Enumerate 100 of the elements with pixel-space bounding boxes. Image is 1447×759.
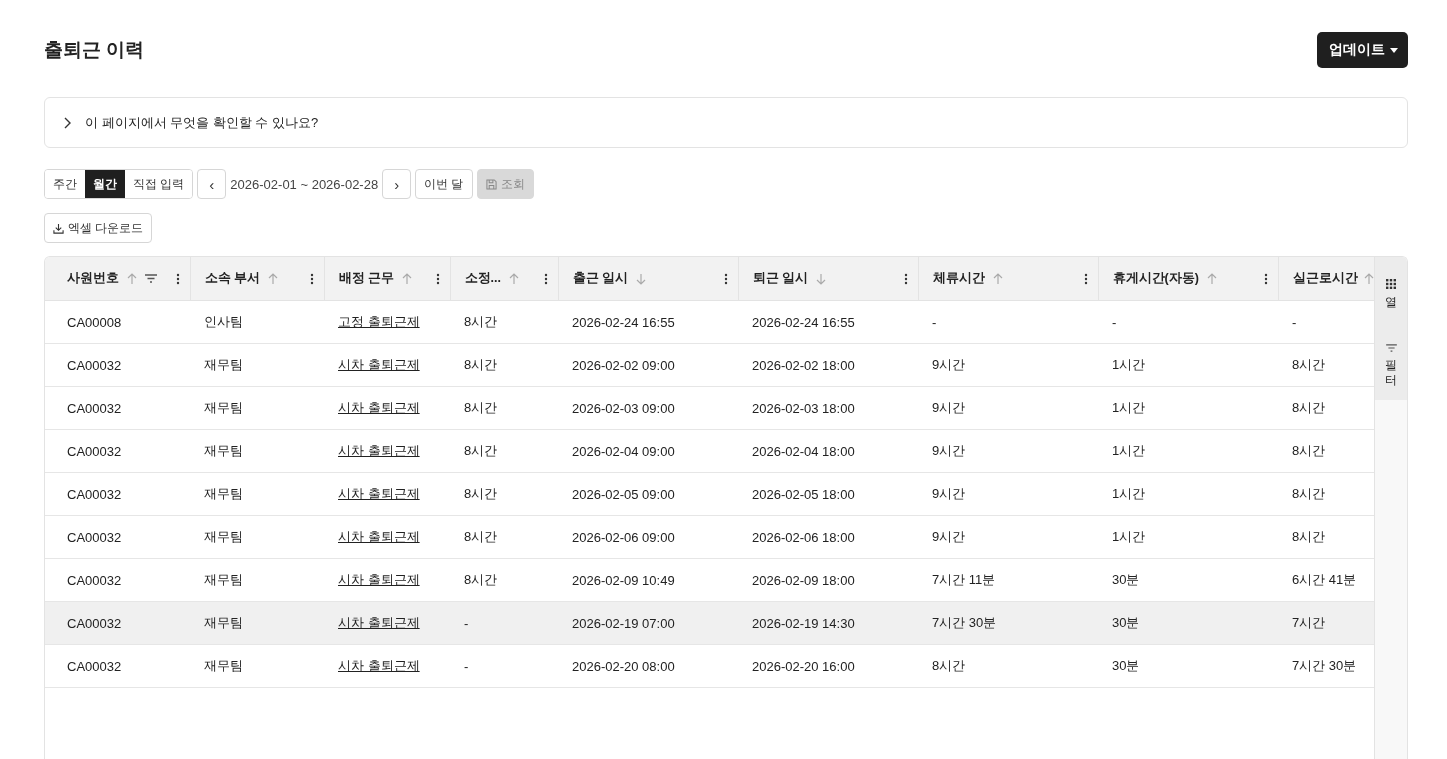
- table-cell: 7시간 11분: [932, 572, 996, 587]
- table-cell: 2026-02-19 07:00: [572, 615, 675, 631]
- table-cell: 8시간: [464, 529, 498, 544]
- column-header[interactable]: 소속 부서: [204, 270, 260, 287]
- table-cell: -: [932, 314, 937, 330]
- table-cell: 재무팀: [204, 486, 243, 501]
- chevron-icon: [63, 116, 71, 129]
- help-panel[interactable]: 이 페이지에서 무엇을 확인할 수 있나요?: [44, 97, 1408, 148]
- table-cell: 2026-02-03 09:00: [572, 400, 675, 416]
- shift-link[interactable]: 시차 출퇴근제: [338, 529, 420, 544]
- shift-link[interactable]: 시차 출퇴근제: [338, 658, 420, 673]
- shift-link[interactable]: 시차 출퇴근제: [338, 400, 420, 415]
- shift-link[interactable]: 고정 출퇴근제: [338, 314, 420, 329]
- table-cell: 2026-02-19 14:30: [752, 615, 855, 631]
- table-cell: 8시간: [1292, 486, 1326, 501]
- previous-button[interactable]: ‹: [197, 169, 227, 199]
- table-cell: 2026-02-09 18:00: [752, 572, 855, 588]
- table-cell: CA00032: [67, 443, 122, 459]
- table-cell: 7시간 30분: [1292, 658, 1357, 673]
- table-cell: CA00032: [67, 357, 122, 373]
- table-cell: 8시간: [1292, 400, 1326, 415]
- update-button[interactable]: 업데이트: [1317, 32, 1408, 68]
- table-cell: 8시간: [932, 658, 966, 673]
- this-month-button[interactable]: 이번 달: [415, 169, 473, 199]
- table-cell: CA00032: [67, 529, 122, 545]
- excel-download-button[interactable]: 엑셀 다운로드: [44, 213, 153, 243]
- shift-link[interactable]: 시차 출퇴근제: [338, 572, 420, 587]
- shift-link[interactable]: 시차 출퇴근제: [338, 443, 420, 458]
- table-cell: 재무팀: [204, 443, 243, 458]
- filter-icon[interactable]: [1385, 344, 1397, 352]
- table-cell: 재무팀: [204, 529, 243, 544]
- table-cell: -: [1112, 314, 1117, 330]
- table-cell: 9시간: [932, 357, 966, 372]
- table-cell: 2026-02-02 18:00: [752, 357, 855, 373]
- table-cell: 2026-02-05 09:00: [572, 486, 675, 502]
- table-cell: 8시간: [464, 443, 498, 458]
- download-icon: [53, 222, 64, 234]
- table-cell: 30분: [1112, 658, 1140, 673]
- next-button[interactable]: ›: [382, 169, 412, 199]
- menu-icon[interactable]: [903, 272, 908, 285]
- table-cell: 2026-02-05 18:00: [752, 486, 855, 502]
- table-cell: 8시간: [1292, 529, 1326, 544]
- table-cell: -: [464, 615, 469, 631]
- column-header[interactable]: 체류시간: [932, 270, 985, 287]
- table-cell: 6시간 41분: [1292, 572, 1357, 587]
- table-cell: 1시간: [1112, 529, 1146, 544]
- menu-icon[interactable]: [723, 272, 728, 285]
- table-cell: 2026-02-24 16:55: [572, 314, 675, 330]
- column-header[interactable]: 휴게시간(자동): [1112, 270, 1199, 287]
- column-header[interactable]: 퇴근 일시: [752, 270, 808, 287]
- table-cell: 2026-02-20 16:00: [752, 658, 855, 674]
- table-cell: 재무팀: [204, 400, 243, 415]
- table-cell: 2026-02-02 09:00: [572, 357, 675, 373]
- grid-icon[interactable]: [1386, 279, 1396, 289]
- table-cell: 8시간: [464, 486, 498, 501]
- menu-icon[interactable]: [435, 272, 440, 285]
- table-cell: 재무팀: [204, 658, 243, 673]
- table-cell: CA00032: [67, 572, 122, 588]
- table-cell: 재무팀: [204, 572, 243, 587]
- table-cell: 7시간 30분: [932, 615, 997, 630]
- menu-icon[interactable]: [543, 272, 548, 285]
- menu-icon[interactable]: [1263, 272, 1268, 285]
- menu-icon[interactable]: [175, 272, 180, 285]
- table-cell: 8시간: [464, 314, 498, 329]
- caret-icon: [1390, 47, 1398, 53]
- period-tab[interactable]: 월간: [85, 170, 125, 198]
- table-cell: CA00032: [67, 658, 122, 674]
- table-cell: CA00008: [67, 314, 122, 330]
- menu-icon[interactable]: [309, 272, 314, 285]
- table-cell: 2026-02-06 18:00: [752, 529, 855, 545]
- side-tab-label[interactable]: 열: [1385, 295, 1397, 310]
- table-cell: 2026-02-03 18:00: [752, 400, 855, 416]
- menu-icon[interactable]: [1083, 272, 1088, 285]
- help-text: 이 페이지에서 무엇을 확인할 수 있나요?: [85, 113, 319, 132]
- table-cell: 30분: [1112, 572, 1140, 587]
- table-cell: 2026-02-04 18:00: [752, 443, 855, 459]
- save-icon: [485, 178, 497, 190]
- table-cell: 9시간: [932, 400, 966, 415]
- shift-link[interactable]: 시차 출퇴근제: [338, 486, 420, 501]
- table-cell: 재무팀: [204, 357, 243, 372]
- table-cell: 1시간: [1112, 357, 1146, 372]
- filter-icon[interactable]: [145, 274, 157, 283]
- table-cell: 7시간: [1292, 615, 1326, 630]
- column-header[interactable]: 소정...: [464, 270, 501, 287]
- table-cell: -: [1292, 314, 1297, 330]
- side-tab-label[interactable]: 필터: [1385, 358, 1397, 388]
- table-cell: 8시간: [464, 572, 498, 587]
- table-cell: 30분: [1112, 615, 1140, 630]
- column-header[interactable]: 배정 근무: [338, 270, 394, 287]
- table-cell: 1시간: [1112, 400, 1146, 415]
- table-cell: 2026-02-09 10:49: [572, 572, 675, 588]
- shift-link[interactable]: 시차 출퇴근제: [338, 357, 420, 372]
- table-cell: 2026-02-04 09:00: [572, 443, 675, 459]
- table-cell: -: [464, 658, 469, 674]
- column-header[interactable]: 출근 일시: [572, 270, 628, 287]
- date-range: 2026-02-01 ~ 2026-02-28: [230, 176, 379, 192]
- page-title: 출퇴근 이력: [44, 38, 145, 62]
- table-cell: 인사팀: [204, 314, 243, 329]
- table-cell: 2026-02-24 16:55: [752, 314, 855, 330]
- column-header[interactable]: 사원번호: [67, 270, 119, 287]
